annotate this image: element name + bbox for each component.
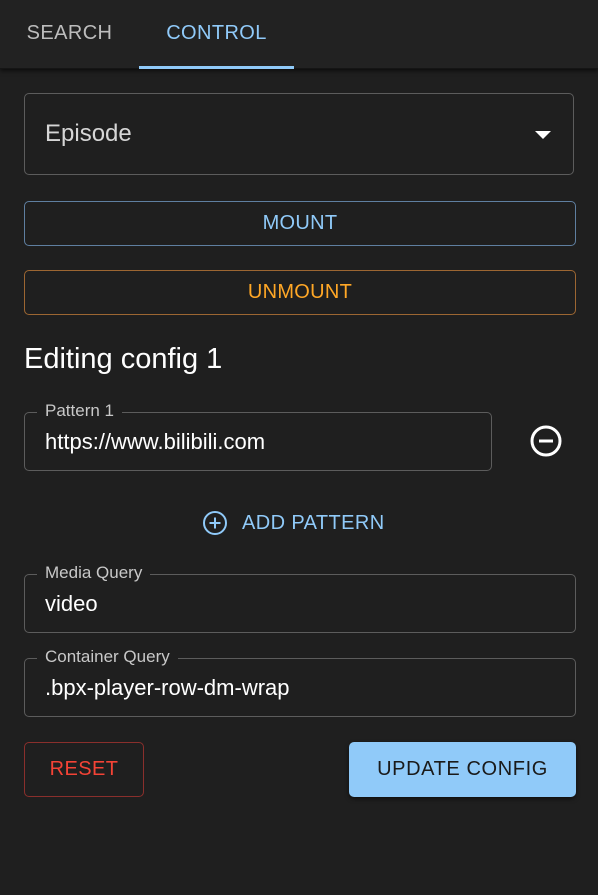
- reset-button[interactable]: RESET: [24, 742, 144, 797]
- media-query-value: video: [45, 591, 98, 616]
- update-config-button[interactable]: UPDATE CONFIG: [349, 742, 576, 797]
- tab-search[interactable]: SEARCH: [0, 0, 139, 66]
- tab-control[interactable]: CONTROL: [139, 0, 294, 66]
- container-query-field[interactable]: Container Query .bpx-player-row-dm-wrap: [24, 647, 576, 717]
- unmount-button[interactable]: UNMOUNT: [24, 270, 576, 315]
- add-pattern-label: ADD PATTERN: [242, 511, 385, 534]
- mount-button[interactable]: MOUNT: [24, 201, 576, 246]
- media-query-field[interactable]: Media Query video: [24, 563, 576, 633]
- config-heading: Editing config 1: [24, 343, 223, 375]
- minus-circle-icon: [530, 425, 562, 457]
- active-tab-indicator: [139, 66, 294, 69]
- pattern-1-field[interactable]: Pattern 1 https://www.bilibili.com: [24, 401, 492, 471]
- plus-circle-icon: [203, 511, 227, 535]
- episode-select-value: Episode: [45, 120, 132, 147]
- tab-bar: SEARCH CONTROL: [0, 0, 598, 69]
- caret-down-icon: [535, 131, 551, 139]
- container-query-value: .bpx-player-row-dm-wrap: [45, 675, 290, 700]
- add-pattern-button[interactable]: ADD PATTERN: [202, 506, 385, 540]
- remove-pattern-button[interactable]: [528, 423, 564, 459]
- episode-select[interactable]: Episode: [24, 93, 574, 175]
- pattern-1-value: https://www.bilibili.com: [45, 429, 266, 454]
